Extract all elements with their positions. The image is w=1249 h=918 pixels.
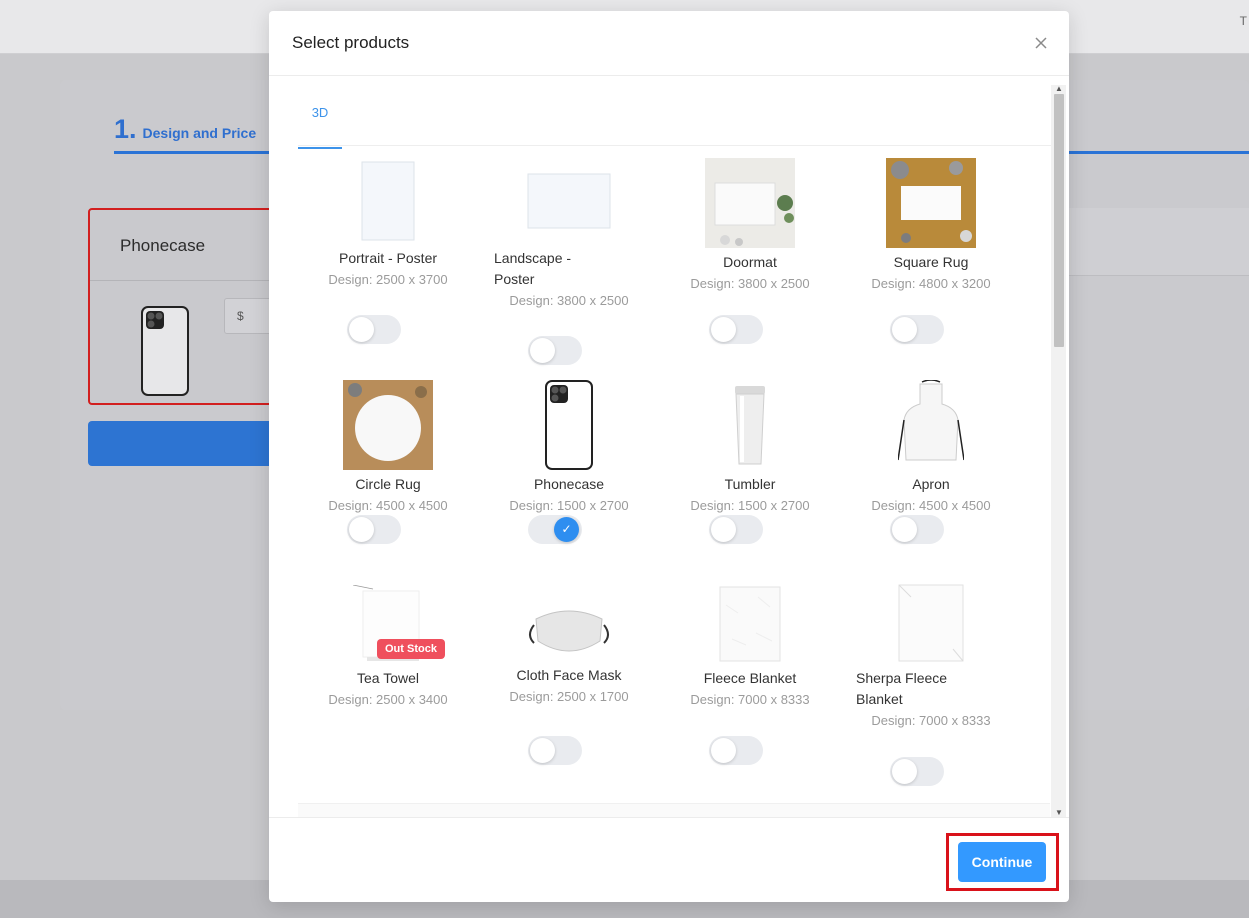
toggle-knob bbox=[711, 517, 736, 542]
background-primary-button bbox=[88, 421, 278, 466]
product-design-size: Design: 2500 x 3400 bbox=[328, 692, 448, 707]
product-name: Doormat bbox=[723, 254, 777, 270]
product-name: Sherpa Fleece Blanket bbox=[856, 670, 948, 707]
product-name: Phonecase bbox=[533, 476, 605, 492]
doormat-image bbox=[705, 158, 795, 248]
product-card-tumbler[interactable]: Tumbler Design: 1500 x 2700 bbox=[660, 383, 840, 513]
toggle-knob bbox=[892, 317, 917, 342]
product-name: Circle Rug bbox=[355, 476, 421, 492]
toggle-knob bbox=[349, 317, 374, 342]
toggle-doormat[interactable] bbox=[709, 315, 763, 344]
sherpa-fleece-blanket-image bbox=[898, 584, 964, 662]
product-name: Apron bbox=[912, 476, 950, 492]
circle-rug-image bbox=[343, 380, 433, 470]
product-card-circle-rug[interactable]: Circle Rug Design: 4500 x 4500 bbox=[298, 380, 478, 513]
select-products-modal: Select products 3D Portrait - Poster Des… bbox=[269, 11, 1069, 902]
fleece-blanket-image bbox=[719, 586, 781, 662]
product-name: Fleece Blanket bbox=[703, 670, 797, 686]
product-design-size: Design: 4500 x 4500 bbox=[871, 498, 991, 513]
product-design-size: Design: 2500 x 1700 bbox=[509, 689, 629, 704]
toggle-knob bbox=[711, 317, 736, 342]
toggle-knob bbox=[530, 338, 555, 363]
background-right-panel bbox=[1068, 208, 1249, 276]
toggle-knob bbox=[349, 517, 374, 542]
product-design-size: Design: 3800 x 2500 bbox=[509, 293, 629, 308]
product-design-size: Design: 1500 x 2700 bbox=[690, 498, 810, 513]
cloth-face-mask-image bbox=[529, 610, 609, 652]
toggle-knob bbox=[711, 738, 736, 763]
product-card-doormat[interactable]: Doormat Design: 3800 x 2500 bbox=[660, 158, 840, 291]
product-name: Portrait - Poster bbox=[338, 250, 438, 266]
product-card-portrait-poster[interactable]: Portrait - Poster Design: 2500 x 3700 bbox=[298, 161, 478, 287]
panel-divider bbox=[90, 280, 276, 281]
product-name: Square Rug bbox=[893, 254, 969, 270]
phonecase-thumbnail bbox=[141, 306, 189, 396]
product-design-size: Design: 2500 x 3700 bbox=[328, 272, 448, 287]
selected-product-title: Phonecase bbox=[120, 236, 206, 255]
modal-scrollbar[interactable]: ▲ ▼ bbox=[1051, 85, 1066, 817]
next-row-preview bbox=[298, 803, 1050, 817]
scroll-thumb[interactable] bbox=[1054, 94, 1064, 347]
check-icon: ✓ bbox=[554, 517, 579, 542]
modal-footer: Continue bbox=[269, 817, 1069, 902]
product-name: Landscape - Poster bbox=[494, 250, 572, 287]
selected-product-panel: Phonecase $ bbox=[88, 208, 284, 405]
modal-body: 3D Portrait - Poster Design: 2500 x 3700… bbox=[269, 76, 1069, 817]
modal-title: Select products bbox=[292, 33, 410, 52]
toggle-landscape-poster[interactable] bbox=[528, 336, 582, 365]
portrait-poster-image bbox=[361, 161, 415, 241]
product-card-fleece-blanket[interactable]: Fleece Blanket Design: 7000 x 8333 bbox=[660, 578, 840, 707]
toggle-square-rug[interactable] bbox=[890, 315, 944, 344]
square-rug-image bbox=[886, 158, 976, 248]
toggle-circle-rug[interactable] bbox=[347, 515, 401, 544]
tumbler-image bbox=[735, 386, 765, 465]
product-card-sherpa-fleece-blanket[interactable]: Sherpa Fleece Blanket Design: 7000 x 833… bbox=[841, 578, 1021, 728]
modal-header: Select products bbox=[269, 11, 1069, 76]
out-stock-badge: Out Stock bbox=[377, 639, 445, 659]
product-card-landscape-poster[interactable]: Landscape - Poster Design: 3800 x 2500 bbox=[479, 161, 659, 308]
toggle-cloth-face-mask[interactable] bbox=[528, 736, 582, 765]
toggle-phonecase[interactable]: ✓ bbox=[528, 515, 582, 544]
toggle-knob bbox=[892, 517, 917, 542]
product-name: Tumbler bbox=[724, 476, 776, 492]
scroll-down-arrow-icon[interactable]: ▼ bbox=[1054, 809, 1064, 817]
phonecase-image bbox=[545, 380, 593, 470]
tab-3d[interactable]: 3D bbox=[298, 76, 342, 149]
step-indicator: 1. Design and Price bbox=[114, 114, 256, 145]
product-card-phonecase[interactable]: Phonecase Design: 1500 x 2700 bbox=[479, 380, 659, 513]
product-design-size: Design: 4800 x 3200 bbox=[871, 276, 991, 291]
product-tabs: 3D bbox=[298, 76, 1051, 149]
toggle-fleece-blanket[interactable] bbox=[709, 736, 763, 765]
product-card-cloth-face-mask[interactable]: Cloth Face Mask Design: 2500 x 1700 bbox=[479, 578, 659, 704]
currency-symbol: $ bbox=[237, 309, 244, 323]
product-card-apron[interactable]: Apron Design: 4500 x 4500 bbox=[841, 380, 1021, 513]
toggle-knob bbox=[530, 738, 555, 763]
toggle-apron[interactable] bbox=[890, 515, 944, 544]
close-icon[interactable] bbox=[1031, 33, 1051, 53]
toggle-portrait-poster[interactable] bbox=[347, 315, 401, 344]
topbar-corner-glyph: T bbox=[1239, 14, 1247, 28]
toggle-sherpa-fleece-blanket[interactable] bbox=[890, 757, 944, 786]
product-name: Tea Towel bbox=[356, 670, 419, 686]
apron-image bbox=[898, 380, 964, 461]
toggle-tumbler[interactable] bbox=[709, 515, 763, 544]
product-design-size: Design: 1500 x 2700 bbox=[509, 498, 629, 513]
product-design-size: Design: 7000 x 8333 bbox=[871, 713, 991, 728]
product-design-size: Design: 4500 x 4500 bbox=[328, 498, 448, 513]
step-label: Design and Price bbox=[142, 125, 257, 141]
product-card-square-rug[interactable]: Square Rug Design: 4800 x 3200 bbox=[841, 158, 1021, 291]
landscape-poster-image bbox=[527, 173, 611, 229]
continue-button[interactable]: Continue bbox=[958, 842, 1046, 882]
step-number: 1. bbox=[114, 114, 137, 144]
product-name: Cloth Face Mask bbox=[516, 667, 622, 683]
product-design-size: Design: 3800 x 2500 bbox=[690, 276, 810, 291]
product-design-size: Design: 7000 x 8333 bbox=[690, 692, 810, 707]
toggle-knob bbox=[892, 759, 917, 784]
scroll-up-arrow-icon[interactable]: ▲ bbox=[1054, 85, 1064, 93]
